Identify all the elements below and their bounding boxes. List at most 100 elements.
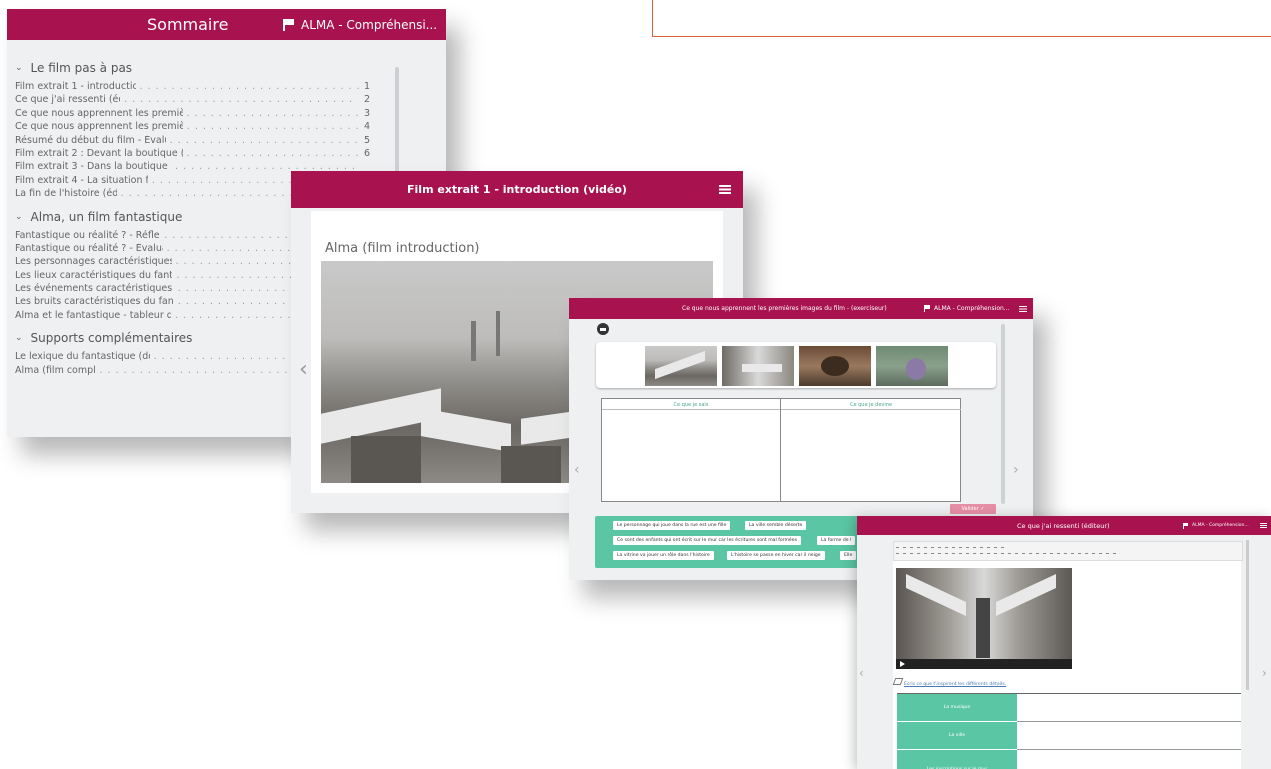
toc-title-bar: Sommaire ALMA - Compréhensi... — [7, 9, 446, 40]
play-icon[interactable] — [900, 661, 905, 667]
toc-leader-dots: . . . . . . . . . . . . . . . . . . . . … — [186, 121, 360, 133]
column-header-known: Ce que je sais — [673, 402, 709, 408]
toc-item-number: 1 — [363, 81, 370, 92]
app-label[interactable]: ALMA - Compréhension... — [924, 305, 1010, 312]
video-controls[interactable] — [896, 659, 1072, 669]
answer-chip[interactable]: La forme de l — [817, 536, 856, 545]
chevron-down-icon: ⌄ — [15, 211, 23, 222]
flag-icon — [283, 18, 295, 31]
exercise-scrollbar[interactable] — [1001, 324, 1005, 504]
flag-icon — [924, 305, 931, 312]
toc-item-label: Les événements caractéristiques du fanta… — [15, 283, 174, 295]
video-title-bar: Film extrait 1 - introduction (vidéo) — [291, 171, 743, 208]
toc-leader-dots: . . . . . . . . . . . . . . . . . . . . … — [169, 134, 360, 146]
toc-section-label: Le film pas à pas — [30, 61, 133, 75]
thumbnail-image[interactable] — [799, 346, 871, 386]
prev-arrow[interactable]: ‹ — [859, 666, 864, 680]
toc-item-label: Résumé du début du film - Évaluation (ex… — [15, 134, 166, 146]
row-label: La musique — [897, 694, 1017, 722]
toc-item-label: Film extrait 4 - La situation finale (vi… — [15, 174, 148, 186]
answer-chip[interactable]: Ce sont des enfants qui ont écrit sur le… — [613, 536, 801, 545]
toc-item[interactable]: Résumé du début du film - Évaluation (ex… — [15, 135, 370, 148]
toc-section-label: Supports complémentaires — [30, 331, 193, 346]
table-row: La musique — [897, 694, 1241, 722]
thumbnail-image[interactable] — [876, 346, 948, 386]
video-title: Film extrait 1 - introduction (vidéo) — [407, 183, 627, 196]
prev-arrow[interactable]: ‹ — [574, 462, 580, 478]
download-icon[interactable] — [597, 323, 609, 335]
prev-arrow[interactable]: ‹ — [299, 357, 308, 382]
toc-scrollbar[interactable] — [395, 67, 399, 185]
column-guess[interactable]: Ce que je devine — [780, 399, 961, 501]
toc-item-label: Les lieux caractéristiques du fantastiqu… — [15, 269, 173, 281]
validate-button[interactable]: Valider ✓ — [950, 504, 996, 514]
toc-item[interactable]: Film extrait 1 - introduction (vidéo). .… — [15, 81, 370, 94]
table-row: Les inscriptions sur le mur — [897, 750, 1241, 769]
toc-item-label: Ce que nous apprennent les premières ima… — [15, 121, 183, 133]
editor-title: Ce que j'ai ressenti (éditeur) — [1017, 521, 1110, 530]
toc-item-label: Fantastique ou réalité ? - Évaluation (e… — [15, 242, 163, 254]
exercise-title: Ce que nous apprennent les premières ima… — [682, 305, 887, 312]
toc-item-number: 2 — [363, 94, 370, 106]
editor-toolbar[interactable] — [893, 541, 1243, 561]
column-known[interactable]: Ce que je sais — [602, 399, 780, 501]
next-arrow[interactable]: › — [1013, 462, 1019, 478]
flag-icon — [1183, 522, 1189, 529]
toc-item-label: Les personnages caractéristiques du fant… — [15, 256, 172, 268]
sort-table: Ce que je sais Ce que je devine — [601, 398, 961, 502]
toc-item[interactable]: Ce que j'ai ressenti (éditeur) . . . . . … — [15, 94, 370, 107]
editor-title-bar: Ce que j'ai ressenti (éditeur) ALMA - Co… — [857, 516, 1271, 535]
app-label-text: ALMA - Compréhensi... — [301, 17, 438, 32]
toc-item-number: 3 — [363, 107, 370, 119]
feelings-table: La musique La ville Les inscriptions sur… — [897, 693, 1241, 769]
toc-leader-dots: . . . . . . . . . . . . . . . . . . . . … — [186, 147, 360, 159]
menu-icon[interactable] — [1019, 305, 1027, 312]
answer-chip[interactable]: L'histoire se passe en hiver car il neig… — [727, 551, 825, 560]
pencil-icon — [892, 678, 904, 685]
toc-item-label: Alma et le fantastique - tableur de synt… — [15, 309, 171, 321]
editor-content[interactable]: Écris ce que t'inspirent les différents … — [892, 561, 1241, 769]
toc-item[interactable]: Ce que nous apprennent les premières ima… — [15, 121, 370, 134]
toc-item-label: Film extrait 1 - introduction (vidéo) — [15, 81, 136, 92]
instruction-link[interactable]: Écris ce que t'inspirent les différents … — [892, 678, 1007, 687]
toc-item-label: Film extrait 3 - Dans la boutique (film … — [15, 161, 171, 173]
decorative-red-frame — [652, 0, 1271, 37]
answer-chip[interactable]: La vitrine va jouer un rôle dans l'histo… — [613, 551, 714, 560]
thumbnail-image[interactable] — [722, 346, 794, 386]
answer-chip[interactable]: Le personnage qui joue dans la rue est u… — [613, 521, 731, 530]
image-strip — [596, 342, 996, 388]
toc-item-number: 4 — [363, 121, 370, 133]
menu-icon[interactable] — [1260, 523, 1267, 528]
toc-item-label: Ce que nous apprennent les premières ima… — [15, 107, 183, 119]
toc-item[interactable]: Film extrait 2 : Devant la boutique (fil… — [15, 148, 370, 161]
toc-item-label: Ce que j'ai ressenti (éditeur) — [15, 94, 120, 106]
app-label[interactable]: ALMA - Compréhension... — [1183, 522, 1249, 529]
toc-item-number: 5 — [363, 134, 370, 146]
instruction-text: Écris ce que t'inspirent les différents … — [904, 682, 1007, 687]
table-row: La ville — [897, 722, 1241, 750]
answer-chip[interactable]: Elle — [840, 551, 857, 560]
answer-chip[interactable]: La ville semble déserte — [745, 521, 807, 530]
chevron-down-icon: ⌄ — [15, 333, 23, 344]
app-label[interactable]: ALMA - Compréhensi... — [283, 18, 437, 32]
embedded-video[interactable] — [896, 568, 1072, 669]
chevron-down-icon: ⌄ — [15, 63, 23, 73]
toc-leader-dots: . . . . . . . . . . . . . . . . . . . . … — [124, 94, 358, 106]
thumbnail-image[interactable] — [645, 346, 717, 386]
toc-title: Sommaire — [147, 15, 229, 34]
toc-section-label: Alma, un film fantastique — [30, 209, 183, 224]
menu-icon[interactable] — [719, 185, 731, 194]
toc-item[interactable]: Ce que nous apprennent les premières ima… — [15, 108, 370, 121]
editor-scrollbar[interactable] — [1246, 540, 1249, 690]
toc-item-label: Alma (film complet) — [15, 364, 96, 376]
toc-item-label: Le lexique du fantastique (document pdf) — [15, 351, 150, 363]
row-label: Les inscriptions sur le mur — [897, 750, 1017, 769]
toc-section-header[interactable]: ⌄ Le film pas à pas — [15, 61, 370, 75]
app-label-text: ALMA - Compréhension... — [1192, 523, 1249, 528]
toc-item-label: Fantastique ou réalité ? - Réflexion (ex… — [15, 229, 160, 241]
column-header-guess: Ce que je devine — [849, 402, 893, 408]
next-arrow[interactable]: › — [1262, 666, 1267, 680]
row-label: La ville — [897, 722, 1017, 750]
toc-item-label: Film extrait 2 : Devant la boutique (fil… — [15, 147, 183, 159]
toc-item-label: La fin de l'histoire (éditeur) — [15, 188, 117, 200]
